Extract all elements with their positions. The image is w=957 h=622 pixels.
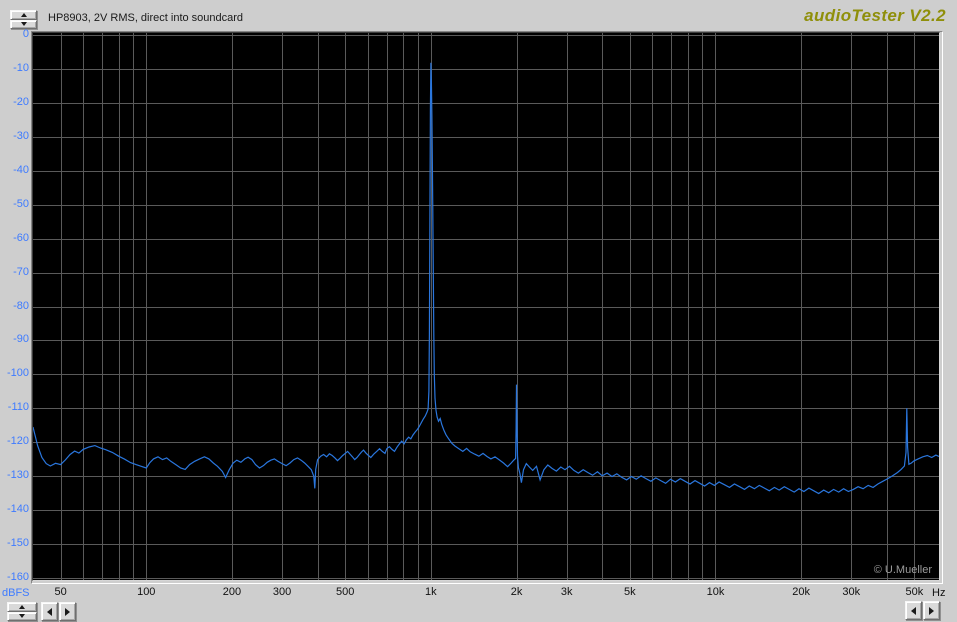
scroll-left-button[interactable] [41, 602, 58, 621]
y-axis-tick-label: -60 [13, 231, 29, 244]
y-axis-tick-label: 0 [22, 28, 29, 40]
y-axis-tick-label: -110 [7, 401, 29, 414]
scroll-left-button-right[interactable] [905, 601, 922, 620]
x-axis-tick-label: 300 [272, 586, 292, 598]
app-window: HP8903, 2V RMS, direct into soundcard au… [0, 0, 957, 622]
y-axis-tick-label: -50 [13, 197, 29, 210]
y-axis-tick-label: -90 [13, 333, 29, 346]
left-arrow-icon [47, 607, 52, 616]
x-axis-unit-label: Hz [932, 587, 946, 599]
down-arrow-icon [20, 22, 27, 27]
spectrum-trace [33, 62, 939, 495]
y-axis-tick-label: -120 [6, 435, 29, 448]
y-axis-tick-label: -150 [6, 537, 29, 550]
up-arrow-icon [19, 604, 25, 609]
x-axis-tick-label: 5k [623, 586, 636, 598]
x-axis-tick-label: 500 [336, 586, 355, 598]
x-scale-down-button[interactable] [7, 611, 37, 621]
left-arrow-icon [911, 606, 916, 615]
app-logo: audioTester V2.2 [804, 6, 946, 25]
plot-frame: © U.Mueller [31, 31, 943, 584]
x-axis-tick-label: 50 [54, 586, 67, 598]
up-arrow-icon [20, 12, 27, 17]
x-axis-tick-label: 3k [560, 586, 573, 598]
spectrum-plot-svg [33, 33, 939, 580]
chart-title: HP8903, 2V RMS, direct into soundcard [48, 12, 244, 24]
y-axis-tick-label: -40 [13, 163, 29, 176]
y-scale-spinner [10, 10, 37, 29]
x-axis-tick-label: 50k [905, 586, 924, 598]
x-axis-tick-label: 2k [510, 586, 523, 598]
x-axis-tick-label: 100 [137, 586, 156, 598]
copyright-label: © U.Mueller [873, 564, 932, 576]
y-axis-tick-label: -100 [6, 367, 29, 380]
y-axis-tick-label: -160 [6, 571, 29, 583]
right-arrow-icon [65, 607, 70, 616]
y-axis-tick-label: -20 [13, 95, 29, 108]
x-axis-tick-label: 1k [425, 586, 437, 598]
y-axis-tick-label: -140 [6, 503, 29, 516]
x-axis-tick-label: 200 [222, 586, 242, 598]
y-scale-up-button[interactable] [10, 10, 37, 20]
spectrum-plot: © U.Mueller [32, 32, 940, 581]
x-axis-tick-label: 30k [842, 586, 861, 598]
y-axis-tick-label: -70 [13, 265, 29, 278]
x-axis-tick-label: 10k [706, 586, 725, 598]
y-axis-unit-label: dBFS [2, 587, 30, 599]
x-axis-tick-label: 20k [792, 586, 811, 598]
x-scale-up-button[interactable] [7, 602, 37, 612]
y-axis-tick-label: -80 [13, 299, 29, 312]
scroll-right-button[interactable] [59, 602, 76, 621]
y-axis-tick-label: -30 [13, 129, 29, 142]
y-axis-tick-label: -130 [6, 469, 29, 482]
down-arrow-icon [19, 614, 25, 619]
scroll-right-button-right[interactable] [923, 601, 940, 620]
right-arrow-icon [929, 606, 934, 615]
y-axis-tick-label: -10 [13, 61, 29, 74]
x-scale-spinner [7, 602, 37, 621]
